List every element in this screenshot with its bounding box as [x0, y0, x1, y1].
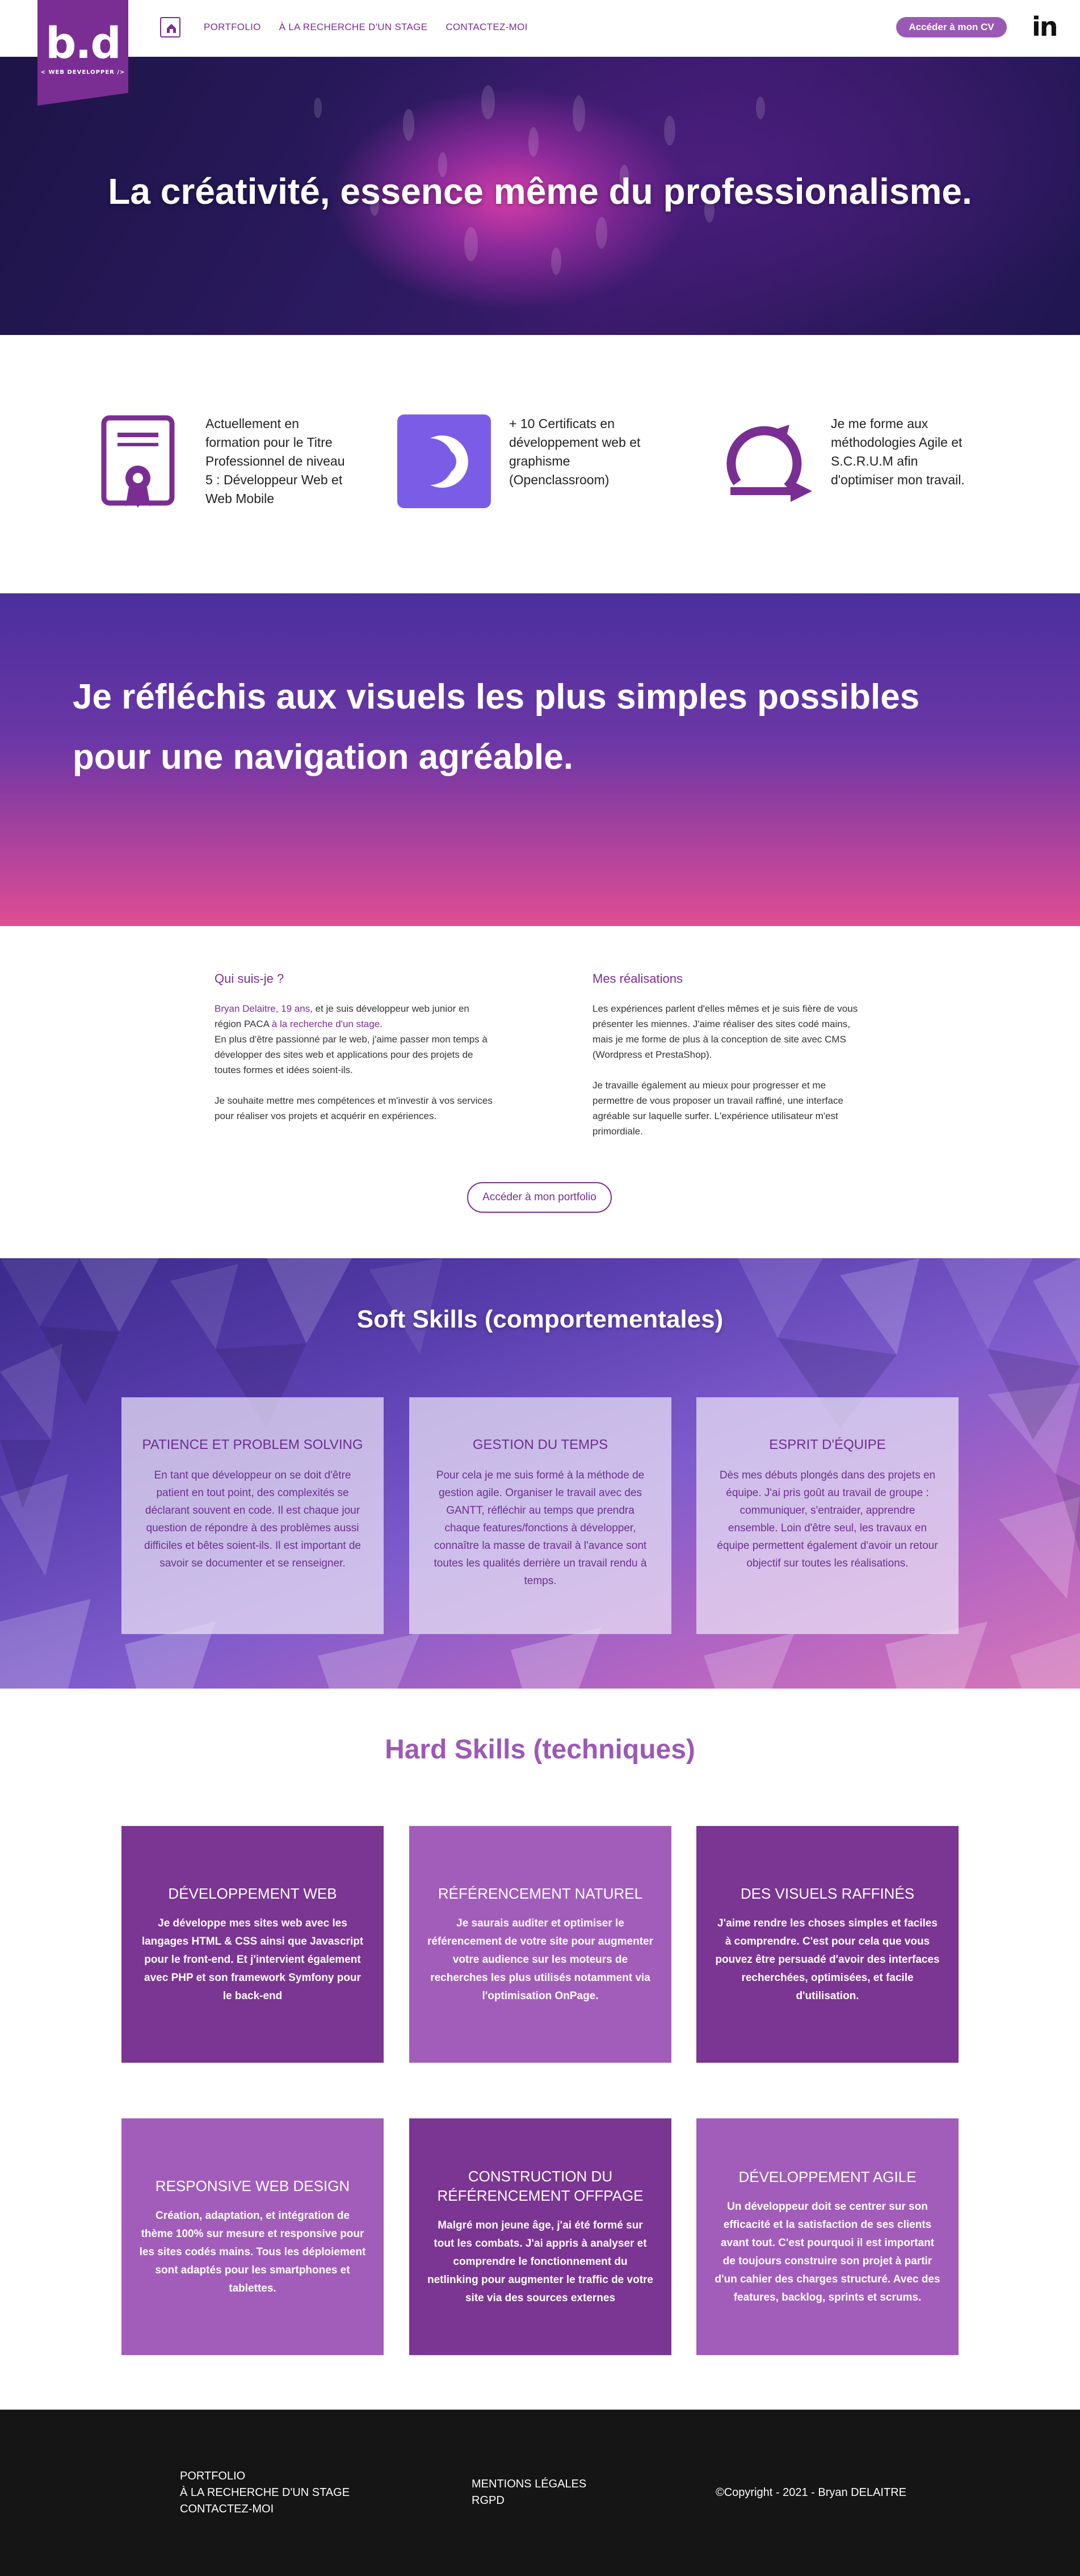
soft-skill-title: GESTION DU TEMPS — [472, 1437, 608, 1452]
features-section: Actuellement en formation pour le Titre … — [0, 335, 1080, 593]
footer: PORTFOLIO À LA RECHERCHE D'UN STAGE CONT… — [0, 2410, 1080, 2576]
soft-skills-section: Soft Skills (comportementales) PATIENCE … — [0, 1258, 1080, 1689]
nav-link-portfolio[interactable]: PORTFOLIO — [204, 22, 261, 33]
about-work-p2: Je travaille également au mieux pour pro… — [592, 1080, 843, 1137]
hard-skill-card: RESPONSIVE WEB DESIGN Création, adaptati… — [121, 2118, 384, 2355]
hard-skills-title: Hard Skills (techniques) — [385, 1735, 695, 1765]
hard-skill-card: CONSTRUCTION DU RÉFÉRENCEMENT OFFPAGE Ma… — [409, 2118, 671, 2355]
hard-skill-text: Je saurais auditer et optimiser le référ… — [427, 1917, 654, 2002]
hard-skill-title: DES VISUELS RAFFINÉS — [740, 1884, 915, 1902]
hard-skill-title: DÉVELOPPEMENT WEB — [168, 1884, 337, 1902]
hard-skill-title: RÉFÉRENCEMENT NATUREL — [438, 1884, 643, 1902]
footer-link-rgpd[interactable]: RGPD — [472, 2493, 586, 2509]
logo-text: b.d — [45, 18, 121, 68]
about-work-p1: Les expériences parlent d'elles mêmes et… — [592, 1003, 858, 1060]
author-name: Bryan Delaitre, 19 ans — [215, 1003, 310, 1014]
soft-skill-card: GESTION DU TEMPS Pour cela je me suis fo… — [409, 1397, 671, 1634]
hard-skill-title: RESPONSIVE WEB DESIGN — [155, 2177, 350, 2194]
about-work: Mes réalisations Les expériences parlent… — [592, 971, 865, 1139]
certificate-icon — [94, 414, 187, 508]
feature-text: Actuellement en formation pour le Titre … — [205, 416, 345, 506]
hard-skill-title: CONSTRUCTION DU RÉFÉRENCEMENT OFFPAGE — [437, 2167, 644, 2204]
agile-cycle-icon — [719, 414, 813, 508]
feature-text: Je me forme aux méthodologies Agile et S… — [831, 416, 965, 487]
portfolio-button[interactable]: Accéder à mon portfolio — [467, 1182, 612, 1213]
soft-skill-title: ESPRIT D'ÉQUIPE — [769, 1437, 886, 1452]
home-button[interactable] — [160, 17, 180, 37]
soft-skill-text: Pour cela je me suis formé à la méthode … — [434, 1469, 647, 1587]
hard-skill-card: DÉVELOPPEMENT WEB Je développe mes sites… — [121, 1826, 384, 2063]
hard-skill-card: DÉVELOPPEMENT AGILE Un développeur doit … — [696, 2118, 959, 2355]
hard-skill-text: J'aime rendre les choses simples et faci… — [715, 1917, 940, 2002]
soft-skills-title: Soft Skills (comportementales) — [356, 1305, 724, 1333]
about-who-p2: Je souhaite mettre mes compétences et m'… — [215, 1095, 493, 1121]
hard-skill-text: Je développe mes sites web avec les lang… — [141, 1917, 364, 2002]
about-who-title: Qui suis-je ? — [215, 971, 284, 986]
tagline-band: Je réfléchis aux visuels les plus simple… — [0, 593, 1080, 926]
hero-title: La créativité, essence même du professio… — [108, 171, 972, 212]
footer-link-contact[interactable]: CONTACTEZ-MOI — [180, 2501, 350, 2518]
intro-end: . — [380, 1019, 383, 1029]
nav-links: PORTFOLIO À LA RECHERCHE D'UN STAGE CONT… — [204, 22, 528, 33]
about-who-p1: En plus d'être passionné par le web, j'a… — [215, 1034, 488, 1075]
top-navbar: PORTFOLIO À LA RECHERCHE D'UN STAGE CONT… — [0, 0, 1080, 57]
home-icon — [167, 24, 176, 33]
hero-banner: La créativité, essence même du professio… — [0, 57, 1080, 335]
hard-skill-title: DÉVELOPPEMENT AGILE — [738, 2168, 917, 2185]
linkedin-icon[interactable]: in — [1032, 14, 1058, 40]
site-logo[interactable]: b.d < WEB DEVELOPPER /> — [37, 0, 128, 106]
footer-link-stage[interactable]: À LA RECHERCHE D'UN STAGE — [180, 2485, 350, 2501]
footer-copyright: ©Copyright - 2021 - Bryan DELAITRE — [716, 2486, 906, 2499]
feature-item: Je me forme aux méthodologies Agile et S… — [719, 414, 976, 508]
soft-skill-text: Dès mes débuts plongés dans des projets … — [717, 1469, 938, 1569]
feature-item: + 10 Certificats en développement web et… — [397, 414, 654, 508]
logo-subtext: < WEB DEVELOPPER /> — [40, 69, 125, 76]
hard-skill-text: Création, adaptation, et intégration de … — [139, 2209, 366, 2294]
hard-skill-text: Malgré mon jeune âge, j'ai été formé sur… — [427, 2219, 653, 2304]
footer-link-portfolio[interactable]: PORTFOLIO — [180, 2468, 350, 2485]
hard-skill-text: Un développeur doit se centrer sur son e… — [715, 2200, 940, 2303]
cv-button[interactable]: Accéder à mon CV — [896, 17, 1007, 37]
soft-skill-title: PATIENCE ET PROBLEM SOLVING — [142, 1437, 363, 1452]
footer-nav: PORTFOLIO À LA RECHERCHE D'UN STAGE CONT… — [180, 2468, 350, 2518]
soft-skill-text: En tant que développeur on se doit d'êtr… — [144, 1469, 361, 1569]
soft-skill-card: PATIENCE ET PROBLEM SOLVING En tant que … — [121, 1397, 384, 1634]
about-work-title: Mes réalisations — [592, 971, 683, 986]
footer-link-mentions[interactable]: MENTIONS LÉGALES — [472, 2476, 586, 2493]
footer-legal: MENTIONS LÉGALES RGPD — [472, 2476, 586, 2509]
feature-text: + 10 Certificats en développement web et… — [509, 416, 641, 487]
hard-skill-card: RÉFÉRENCEMENT NATUREL Je saurais auditer… — [409, 1826, 671, 2063]
feature-item: Actuellement en formation pour le Titre … — [94, 414, 350, 508]
hard-skills-section: Hard Skills (techniques) DÉVELOPPEMENT W… — [0, 1689, 1080, 2410]
stage-link[interactable]: à la recherche d'un stage — [272, 1019, 380, 1029]
about-who-intro: Bryan Delaitre, 19 ans, et je suis dével… — [215, 1001, 498, 1032]
nav-link-stage[interactable]: À LA RECHERCHE D'UN STAGE — [279, 22, 428, 33]
nav-link-contact[interactable]: CONTACTEZ-MOI — [446, 22, 527, 33]
soft-skill-card: ESPRIT D'ÉQUIPE Dès mes débuts plongés d… — [696, 1397, 959, 1634]
tagline-title: Je réfléchis aux visuels les plus simple… — [73, 677, 920, 777]
openclassrooms-icon — [397, 414, 491, 508]
hard-skill-card: DES VISUELS RAFFINÉS J'aime rendre les c… — [696, 1826, 959, 2063]
about-who: Qui suis-je ? Bryan Delaitre, 19 ans, et… — [215, 971, 498, 1124]
about-section: Qui suis-je ? Bryan Delaitre, 19 ans, et… — [0, 926, 1080, 1258]
